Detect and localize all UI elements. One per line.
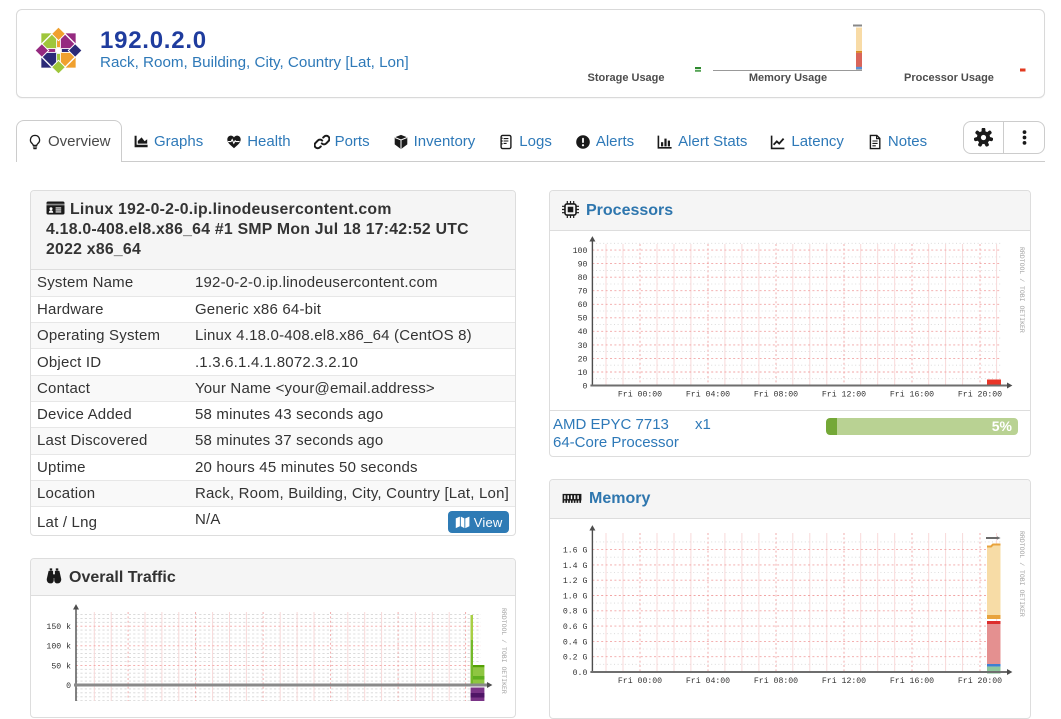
svg-text:70: 70	[578, 288, 588, 297]
svg-text:1.6 G: 1.6 G	[563, 547, 588, 556]
svg-text:Fri 16:00: Fri 16:00	[890, 676, 934, 686]
svg-text:0.2 G: 0.2 G	[563, 654, 588, 663]
svg-text:Fri 08:00: Fri 08:00	[754, 390, 798, 400]
svg-text:RRDTOOL / TOBI OETIKER: RRDTOOL / TOBI OETIKER	[1018, 531, 1025, 617]
svg-text:40: 40	[578, 328, 588, 337]
svg-text:Fri 12:00: Fri 12:00	[822, 676, 866, 686]
svg-text:Fri 12:00: Fri 12:00	[822, 390, 866, 400]
svg-text:20: 20	[578, 355, 588, 364]
svg-text:50: 50	[578, 315, 588, 324]
svg-text:0: 0	[66, 682, 71, 691]
svg-text:Fri 20:00: Fri 20:00	[958, 676, 1002, 686]
svg-text:RRDTOOL / TOBI OETIKER: RRDTOOL / TOBI OETIKER	[1018, 247, 1025, 333]
svg-text:100: 100	[573, 247, 588, 256]
svg-text:0: 0	[582, 382, 587, 391]
svg-text:60: 60	[578, 301, 588, 310]
svg-text:Fri 16:00: Fri 16:00	[890, 390, 934, 400]
svg-text:100 k: 100 k	[46, 642, 71, 652]
svg-text:Fri 00:00: Fri 00:00	[618, 676, 662, 686]
svg-text:150 k: 150 k	[46, 622, 71, 632]
svg-text:0.4 G: 0.4 G	[563, 638, 588, 647]
svg-text:0.8 G: 0.8 G	[563, 608, 588, 617]
svg-text:Fri 08:00: Fri 08:00	[754, 676, 798, 686]
svg-text:90: 90	[578, 261, 588, 270]
svg-text:Fri 00:00: Fri 00:00	[618, 390, 662, 400]
svg-text:80: 80	[578, 274, 588, 283]
svg-text:0.6 G: 0.6 G	[563, 623, 588, 632]
svg-text:1.4 G: 1.4 G	[563, 562, 588, 571]
svg-text:RRDTOOL / TOBI OETIKER: RRDTOOL / TOBI OETIKER	[500, 608, 507, 694]
svg-text:1.0 G: 1.0 G	[563, 592, 588, 601]
svg-text:Fri 04:00: Fri 04:00	[686, 390, 730, 400]
svg-text:30: 30	[578, 342, 588, 351]
svg-text:Fri 04:00: Fri 04:00	[686, 676, 730, 686]
svg-text:10: 10	[578, 369, 588, 378]
svg-text:50 k: 50 k	[51, 661, 71, 671]
svg-text:1.2 G: 1.2 G	[563, 577, 588, 586]
svg-text:Fri 20:00: Fri 20:00	[958, 390, 1002, 400]
svg-text:0.0: 0.0	[573, 669, 588, 678]
